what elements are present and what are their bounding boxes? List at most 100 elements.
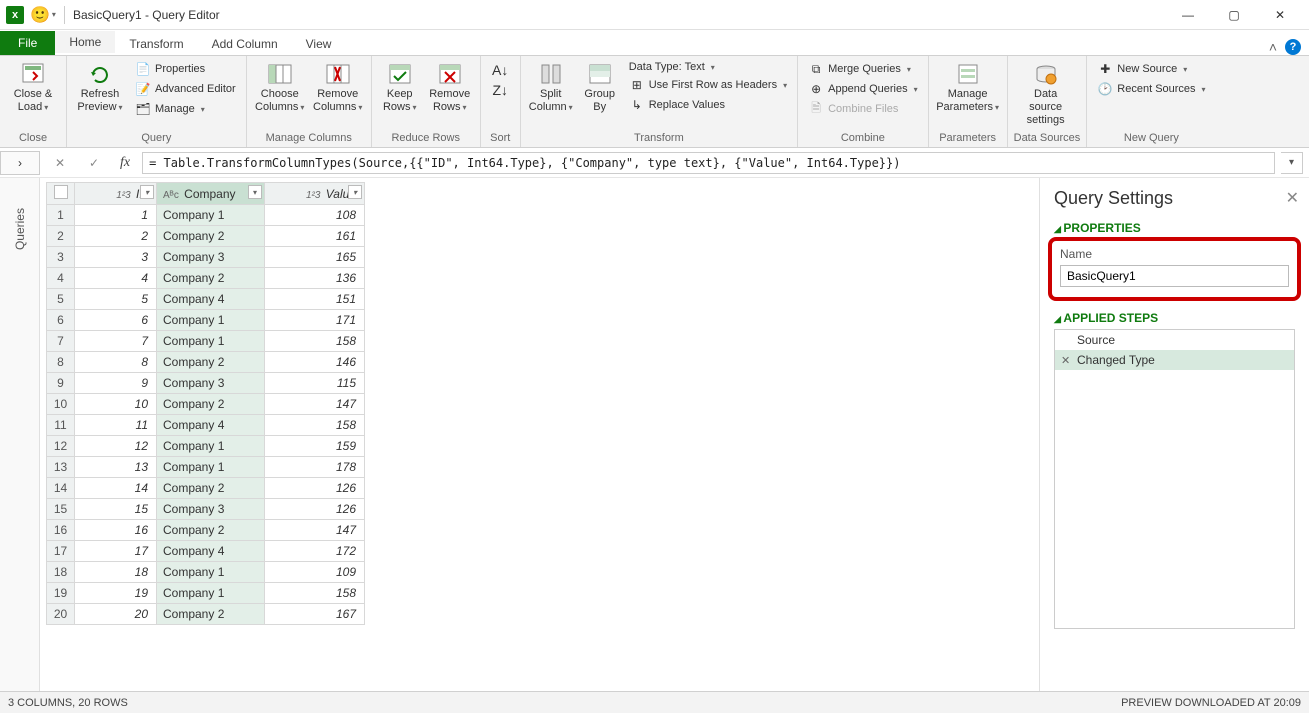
sort-asc-icon[interactable]: A↓ <box>492 62 508 78</box>
tab-transform[interactable]: Transform <box>115 33 197 55</box>
data-grid[interactable]: 1²3 ID▾ Aᴮc Company▾ 1²3 Value▾ 11Compan… <box>40 178 1039 691</box>
maximize-button[interactable]: ▢ <box>1211 0 1257 30</box>
minimize-button[interactable]: — <box>1165 0 1211 30</box>
group-sort-label: Sort <box>487 131 514 145</box>
table-row[interactable]: 1616Company 2147 <box>47 520 365 541</box>
manage-parameters-button[interactable]: ManageParameters <box>935 58 1001 116</box>
step-changed-type[interactable]: ✕Changed Type <box>1055 350 1294 370</box>
table-row[interactable]: 1313Company 1178 <box>47 457 365 478</box>
group-combine-label: Combine <box>804 131 922 145</box>
filter-icon[interactable]: ▾ <box>140 185 154 199</box>
cancel-formula-icon[interactable]: ✕ <box>46 152 74 174</box>
replace-values-button[interactable]: ↳Replace Values <box>625 96 791 114</box>
collapse-ribbon-icon[interactable]: ˄ <box>1269 39 1277 55</box>
table-row[interactable]: 1010Company 2147 <box>47 394 365 415</box>
title-bar: x 🙂 ▾ BasicQuery1 - Query Editor — ▢ ✕ <box>0 0 1309 30</box>
tab-add-column[interactable]: Add Column <box>198 33 292 55</box>
status-right: PREVIEW DOWNLOADED AT 20:09 <box>1121 697 1301 709</box>
choose-columns-button[interactable]: ChooseColumns <box>253 58 307 116</box>
remove-columns-button[interactable]: RemoveColumns <box>311 58 365 116</box>
window-title: BasicQuery1 - Query Editor <box>73 8 220 22</box>
table-row[interactable]: 88Company 2146 <box>47 352 365 373</box>
table-row[interactable]: 44Company 2136 <box>47 268 365 289</box>
applied-steps-list: Source ✕Changed Type <box>1054 329 1295 629</box>
name-label: Name <box>1060 247 1289 261</box>
table-row[interactable]: 1111Company 4158 <box>47 415 365 436</box>
sort-desc-icon[interactable]: Z↓ <box>492 82 508 98</box>
table-row[interactable]: 99Company 3115 <box>47 373 365 394</box>
table-row[interactable]: 22Company 2161 <box>47 226 365 247</box>
smiley-icon[interactable]: 🙂 <box>30 5 50 25</box>
column-header-company[interactable]: Aᴮc Company▾ <box>157 183 265 205</box>
close-window-button[interactable]: ✕ <box>1257 0 1303 30</box>
tab-view[interactable]: View <box>292 33 346 55</box>
remove-rows-button[interactable]: RemoveRows <box>426 58 474 116</box>
split-column-button[interactable]: SplitColumn <box>527 58 575 116</box>
name-highlight-box: Name <box>1048 237 1301 301</box>
group-close-label: Close <box>6 131 60 145</box>
table-row[interactable]: 11Company 1108 <box>47 205 365 226</box>
keep-rows-button[interactable]: KeepRows <box>378 58 422 116</box>
table-row[interactable]: 1515Company 3126 <box>47 499 365 520</box>
advanced-editor-button[interactable]: 📝Advanced Editor <box>131 80 240 98</box>
column-header-value[interactable]: 1²3 Value▾ <box>265 183 365 205</box>
qat-dropdown[interactable]: ▾ <box>52 10 56 19</box>
column-header-id[interactable]: 1²3 ID▾ <box>75 183 157 205</box>
status-left: 3 COLUMNS, 20 ROWS <box>8 697 128 709</box>
commit-formula-icon[interactable]: ✓ <box>80 152 108 174</box>
group-parameters-label: Parameters <box>935 131 1001 145</box>
help-icon[interactable]: ? <box>1285 39 1301 55</box>
table-corner-icon[interactable] <box>54 185 68 199</box>
applied-steps-header[interactable]: APPLIED STEPS <box>1054 311 1295 325</box>
group-reduce-rows-label: Reduce Rows <box>378 131 474 145</box>
formula-input[interactable] <box>142 152 1275 174</box>
excel-icon: x <box>6 6 24 24</box>
settings-title: Query Settings <box>1054 188 1295 209</box>
manage-button[interactable]: 🗂Manage <box>131 100 240 118</box>
formula-dropdown[interactable]: ▾ <box>1281 152 1303 174</box>
properties-header[interactable]: PROPERTIES <box>1054 221 1295 235</box>
tab-file[interactable]: File <box>0 31 55 55</box>
combine-files-button: 🗎Combine Files <box>804 100 922 118</box>
append-queries-button[interactable]: ⊕Append Queries <box>804 80 922 98</box>
table-row[interactable]: 1414Company 2126 <box>47 478 365 499</box>
merge-queries-button[interactable]: ⧉Merge Queries <box>804 60 922 78</box>
filter-icon[interactable]: ▾ <box>348 185 362 199</box>
status-bar: 3 COLUMNS, 20 ROWS PREVIEW DOWNLOADED AT… <box>0 691 1309 713</box>
refresh-preview-button[interactable]: RefreshPreview <box>73 58 127 116</box>
data-source-settings-button[interactable]: Data sourcesettings <box>1014 58 1078 129</box>
group-new-query-label: New Query <box>1093 131 1209 145</box>
table-row[interactable]: 1212Company 1159 <box>47 436 365 457</box>
group-transform-label: Transform <box>527 131 791 145</box>
table-row[interactable]: 77Company 1158 <box>47 331 365 352</box>
delete-step-icon[interactable]: ✕ <box>1061 354 1070 367</box>
recent-sources-button[interactable]: 🕑Recent Sources <box>1093 80 1209 98</box>
filter-icon[interactable]: ▾ <box>248 185 262 199</box>
query-name-input[interactable] <box>1060 265 1289 287</box>
table-row[interactable]: 1818Company 1109 <box>47 562 365 583</box>
table-row[interactable]: 55Company 4151 <box>47 289 365 310</box>
query-settings-pane: ✕ Query Settings PROPERTIES Name APPLIED… <box>1039 178 1309 691</box>
queries-side-tab[interactable]: Queries <box>0 178 40 691</box>
properties-button[interactable]: 📄Properties <box>131 60 240 78</box>
step-source[interactable]: Source <box>1055 330 1294 350</box>
fx-icon[interactable]: fx <box>114 155 136 171</box>
first-row-headers-button[interactable]: ⊞Use First Row as Headers <box>625 76 791 94</box>
table-row[interactable]: 1717Company 4172 <box>47 541 365 562</box>
close-settings-icon[interactable]: ✕ <box>1286 188 1299 208</box>
tab-home[interactable]: Home <box>55 31 115 55</box>
group-query-label: Query <box>73 131 240 145</box>
table-row[interactable]: 2020Company 2167 <box>47 604 365 625</box>
data-type-button[interactable]: Data Type: Text <box>625 60 791 74</box>
ribbon: Close &Load Close RefreshPreview 📄Proper… <box>0 56 1309 148</box>
group-by-button[interactable]: GroupBy <box>579 58 621 116</box>
table-row[interactable]: 33Company 3165 <box>47 247 365 268</box>
table-row[interactable]: 66Company 1171 <box>47 310 365 331</box>
new-source-button[interactable]: ✚New Source <box>1093 60 1209 78</box>
table-row[interactable]: 1919Company 1158 <box>47 583 365 604</box>
ribbon-tabs: File Home Transform Add Column View ˄ ? <box>0 30 1309 56</box>
close-and-load-button[interactable]: Close &Load <box>6 58 60 116</box>
group-data-sources-label: Data Sources <box>1014 131 1081 145</box>
queries-expand-toggle[interactable]: › <box>0 151 40 175</box>
group-manage-columns-label: Manage Columns <box>253 131 365 145</box>
